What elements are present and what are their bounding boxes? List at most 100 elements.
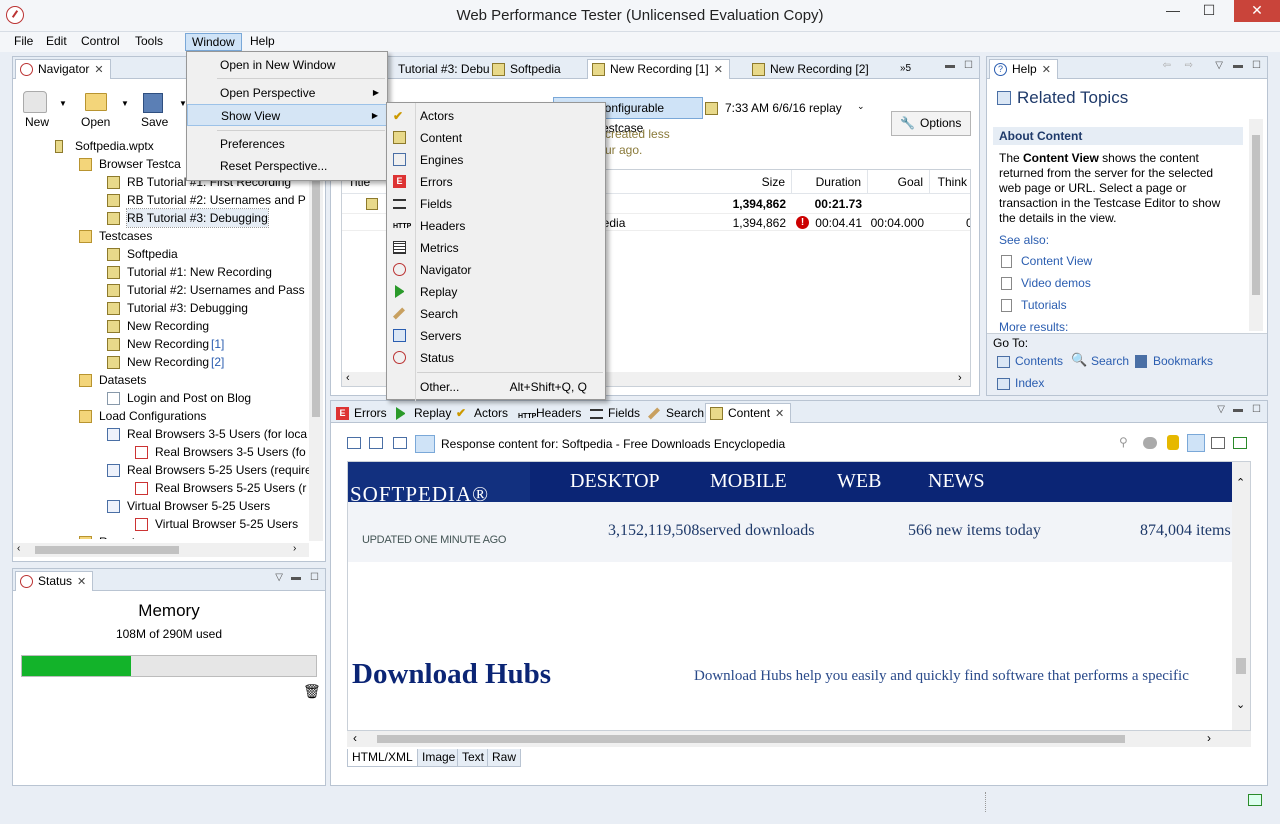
maximize-view-icon[interactable]: ☐ — [1252, 60, 1261, 71]
menu-item-reset-perspective[interactable]: Reset Perspective... — [187, 155, 387, 177]
nav-web[interactable]: WEB — [837, 470, 881, 493]
tab-new-recording-2[interactable]: New Recording [2] — [747, 59, 876, 79]
more-tabs-button[interactable]: »5 — [893, 59, 918, 79]
menu-item-status[interactable]: Status — [387, 347, 605, 369]
columns-icon[interactable] — [1211, 437, 1225, 449]
export-icon[interactable] — [1233, 437, 1247, 449]
nav-mobile[interactable]: MOBILE — [710, 470, 787, 493]
minimize-view-icon[interactable]: ▬ — [291, 572, 301, 583]
menu-item-servers[interactable]: Servers — [387, 325, 605, 347]
layout-icon[interactable] — [347, 437, 361, 449]
tab-softpedia[interactable]: Softpedia — [487, 59, 568, 79]
link-content-view[interactable]: Content View — [1021, 254, 1092, 268]
col-duration[interactable]: Duration — [792, 170, 868, 194]
tab-replay[interactable]: Replay — [391, 403, 458, 423]
menu-item-headers[interactable]: HTTP Headers — [387, 215, 605, 237]
save-button-label[interactable]: Save — [141, 115, 168, 129]
layout-icon[interactable] — [369, 437, 383, 449]
link-search[interactable]: Search — [1091, 354, 1129, 368]
menu-item-show-view[interactable]: Show View ▶ — [187, 104, 387, 126]
menu-item-actors[interactable]: ✔ Actors — [387, 105, 605, 127]
menu-item-errors[interactable]: E Errors — [387, 171, 605, 193]
page-vertical-scrollbar[interactable]: ⌃ ⌄ — [1232, 462, 1250, 730]
page-horizontal-scrollbar[interactable]: ‹ › — [347, 731, 1251, 747]
maximize-button[interactable]: ☐ — [1194, 0, 1224, 22]
menu-item-navigator[interactable]: Navigator — [387, 259, 605, 281]
forward-icon[interactable]: ⇨ — [1185, 60, 1193, 71]
scrollbar-thumb[interactable] — [1252, 135, 1260, 295]
scrollbar-thumb[interactable] — [35, 546, 179, 554]
scroll-down-icon[interactable]: ⌄ — [1236, 698, 1245, 711]
scroll-right-icon[interactable]: › — [293, 543, 296, 554]
scroll-right-icon[interactable]: › — [1207, 731, 1211, 745]
scroll-left-icon[interactable]: ‹ — [346, 372, 350, 384]
open-button-label[interactable]: Open — [81, 115, 110, 129]
tab-image[interactable]: Image — [417, 749, 461, 767]
menu-item-preferences[interactable]: Preferences — [187, 133, 387, 155]
close-button[interactable]: ✕ — [1234, 0, 1280, 22]
menu-item-other[interactable]: Other... Alt+Shift+Q, Q — [387, 376, 605, 398]
view-menu-icon[interactable]: ▽ — [1215, 60, 1223, 71]
tab-new-recording-1[interactable]: New Recording [1] ✕ — [587, 59, 730, 79]
menu-edit[interactable]: Edit — [40, 33, 73, 51]
search-icon[interactable]: ⚲ — [1119, 435, 1128, 449]
nav-desktop[interactable]: DESKTOP — [570, 470, 660, 493]
close-icon[interactable]: ✕ — [714, 64, 723, 76]
save-icon[interactable] — [143, 93, 163, 113]
tree-horizontal-scrollbar[interactable]: ‹ › — [13, 543, 309, 557]
replay-dropdown-icon[interactable]: ⌄ — [857, 101, 865, 112]
tab-errors[interactable]: E Errors — [331, 403, 394, 423]
scroll-up-icon[interactable]: ⌃ — [1236, 476, 1245, 489]
maximize-view-icon[interactable]: ☐ — [1252, 404, 1261, 415]
minimize-button[interactable]: — — [1158, 0, 1188, 22]
tab-content[interactable]: Content ✕ — [705, 403, 792, 423]
link-contents[interactable]: Contents — [1015, 354, 1063, 368]
help-vertical-scrollbar[interactable] — [1249, 119, 1263, 331]
scrollbar-thumb[interactable] — [312, 167, 320, 417]
menu-window[interactable]: Window — [185, 33, 242, 51]
tab-tutorial-3[interactable]: Tutorial #3: Debu — [375, 59, 497, 79]
tab-actors[interactable]: ✔ Actors — [451, 403, 515, 423]
tab-html-xml[interactable]: HTML/XML — [347, 749, 418, 767]
maximize-view-icon[interactable]: ☐ — [310, 572, 319, 583]
tab-fields[interactable]: Fields — [585, 403, 647, 423]
tab-raw[interactable]: Raw — [487, 749, 522, 767]
view-menu-icon[interactable]: ▽ — [1217, 404, 1225, 415]
col-size[interactable]: Size — [722, 170, 792, 194]
minimize-view-icon[interactable]: ▬ — [1233, 60, 1243, 71]
col-think[interactable]: Think — [930, 170, 970, 194]
scroll-left-icon[interactable]: ‹ — [353, 731, 357, 745]
layout-icon[interactable] — [393, 437, 407, 449]
close-icon[interactable]: ✕ — [775, 408, 784, 420]
progress-icon[interactable] — [1248, 794, 1262, 806]
tab-search[interactable]: Search — [643, 403, 711, 423]
view-menu-icon[interactable]: ▽ — [275, 572, 283, 583]
trash-icon[interactable]: 🗑 — [303, 683, 321, 700]
lock-icon[interactable] — [1167, 435, 1179, 450]
tree-vertical-scrollbar[interactable] — [309, 137, 323, 541]
tab-help[interactable]: ? Help ✕ — [989, 59, 1058, 79]
scrollbar-thumb[interactable] — [377, 735, 1125, 743]
hat-icon[interactable] — [1143, 437, 1157, 449]
options-button[interactable]: 🔧 Options — [891, 111, 971, 136]
menu-control[interactable]: Control — [75, 33, 126, 51]
maximize-view-icon[interactable]: ☐ — [964, 60, 973, 71]
new-button-label[interactable]: New — [25, 115, 49, 129]
menu-item-search[interactable]: Search — [387, 303, 605, 325]
menu-item-fields[interactable]: Fields — [387, 193, 605, 215]
minimize-view-icon[interactable]: ▬ — [945, 60, 955, 71]
col-goal[interactable]: Goal — [868, 170, 930, 194]
menu-item-metrics[interactable]: Metrics — [387, 237, 605, 259]
tab-status[interactable]: Status ✕ — [15, 571, 94, 591]
menu-item-content[interactable]: Content — [387, 127, 605, 149]
menu-help[interactable]: Help — [244, 33, 281, 51]
open-dropdown-icon[interactable]: ▼ — [121, 99, 129, 108]
scroll-left-icon[interactable]: ‹ — [17, 543, 20, 554]
source-icon[interactable] — [1187, 434, 1205, 452]
new-icon[interactable] — [23, 91, 47, 113]
close-icon[interactable]: ✕ — [77, 576, 86, 588]
tab-text[interactable]: Text — [457, 749, 490, 767]
menu-file[interactable]: File — [8, 33, 39, 51]
layout-icon-selected[interactable] — [415, 435, 435, 453]
replay-selector[interactable]: 7:33 AM 6/6/16 replay — [725, 101, 842, 115]
